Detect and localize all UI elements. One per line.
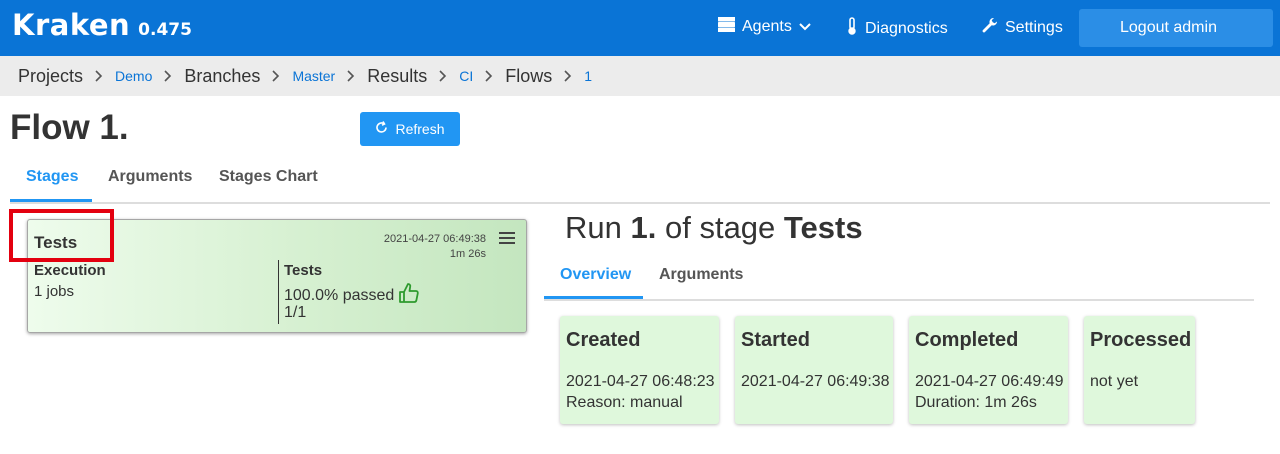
nav-agents[interactable]: Agents: [717, 16, 811, 37]
tests-label: Tests: [284, 262, 323, 279]
nav-settings-label: Settings: [1005, 19, 1063, 36]
started-time: 2021-04-27 06:49:38: [741, 373, 890, 390]
thermometer-icon: [846, 17, 858, 40]
chevron-right-icon: [439, 70, 447, 82]
chevron-down-icon: [799, 18, 811, 36]
run-tabs: Overview Arguments: [544, 254, 1254, 301]
chevron-right-icon: [564, 70, 572, 82]
run-title-prefix: Run: [565, 210, 622, 245]
started-title: Started: [741, 329, 810, 351]
crumb-results: Results: [367, 65, 428, 86]
refresh-label: Refresh: [395, 121, 445, 137]
hamburger-icon[interactable]: [499, 232, 515, 247]
execution-label: Execution: [34, 262, 106, 279]
refresh-button[interactable]: Refresh: [360, 112, 460, 146]
stage-timing: 2021-04-27 06:49:38 1m 26s: [384, 232, 486, 262]
top-navbar: Kraken 0.475 Agents Diagnostics Settings…: [0, 0, 1280, 56]
chevron-right-icon: [347, 70, 355, 82]
brand-name: Kraken: [12, 8, 131, 42]
nav-diagnostics-label: Diagnostics: [865, 19, 948, 37]
completed-duration: Duration: 1m 26s: [915, 394, 1037, 411]
tab-overview[interactable]: Overview: [560, 266, 631, 284]
run-title-middle: of stage: [664, 210, 776, 245]
crumb-project-link[interactable]: Demo: [115, 68, 152, 84]
stage-duration: 1m 26s: [449, 248, 486, 260]
crumb-branches: Branches: [184, 65, 261, 86]
brand[interactable]: Kraken 0.475: [12, 8, 192, 42]
logout-dropdown-toggle[interactable]: [1233, 9, 1273, 47]
created-time: 2021-04-27 06:48:23: [566, 373, 715, 390]
run-number: 1.: [630, 210, 657, 245]
execution-value: 1 jobs: [34, 283, 75, 300]
crumb-flows: Flows: [505, 65, 553, 86]
chevron-right-icon: [272, 70, 280, 82]
tab-stages[interactable]: Stages: [26, 168, 78, 186]
chevron-right-icon: [164, 70, 172, 82]
tab-run-arguments[interactable]: Arguments: [659, 266, 743, 284]
brand-version: 0.475: [138, 20, 192, 40]
logout-button-group: Logout admin: [1079, 9, 1273, 47]
crumb-branch-link[interactable]: Master: [292, 68, 335, 84]
processed-status: not yet: [1090, 373, 1139, 390]
completed-title: Completed: [915, 329, 1019, 351]
active-tab-indicator: [10, 199, 92, 202]
chevron-right-icon: [95, 70, 103, 82]
stage-timestamp: 2021-04-27 06:49:38: [383, 233, 486, 245]
highlight-annotation: [9, 209, 114, 262]
nav-settings[interactable]: Settings: [981, 17, 1063, 39]
tests-ratio: 1/1: [284, 304, 307, 321]
processed-title: Processed: [1090, 329, 1192, 351]
crumb-results-kind-link[interactable]: CI: [459, 68, 473, 84]
chevron-right-icon: [485, 70, 493, 82]
tests-passed-text: 100.0% passed: [284, 286, 395, 304]
nav-agents-label: Agents: [742, 18, 792, 35]
page-title: Flow 1.: [10, 108, 129, 147]
completed-card: Completed 2021-04-27 06:49:49 Duration: …: [909, 316, 1068, 424]
wrench-icon: [981, 17, 998, 39]
chevron-down-icon: [1246, 19, 1260, 37]
sign-out-icon: [1095, 17, 1112, 39]
completed-time: 2021-04-27 06:49:49: [915, 373, 1064, 390]
flow-tabs: Stages Arguments Stages Chart: [10, 156, 1270, 204]
created-card: Created 2021-04-27 06:48:23 Reason: manu…: [560, 316, 719, 424]
created-title: Created: [566, 329, 641, 351]
tab-stages-chart[interactable]: Stages Chart: [219, 168, 318, 186]
nav-diagnostics[interactable]: Diagnostics: [846, 17, 948, 40]
crumb-flow-link[interactable]: 1: [584, 68, 592, 84]
logout-button[interactable]: Logout admin: [1079, 9, 1233, 47]
processed-card: Processed not yet: [1084, 316, 1195, 424]
breadcrumb: Projects Demo Branches Master Results CI…: [0, 56, 1280, 96]
refresh-icon: [375, 121, 388, 137]
run-stage-name: Tests: [783, 210, 863, 245]
active-run-tab-indicator: [544, 296, 643, 299]
logout-label: Logout admin: [1120, 19, 1217, 36]
run-title: Run 1. of stage Tests: [565, 210, 863, 246]
thumbs-up-icon: [398, 282, 420, 309]
card-divider: [278, 260, 279, 324]
started-card: Started 2021-04-27 06:49:38: [735, 316, 893, 424]
crumb-projects: Projects: [18, 65, 84, 86]
created-reason: Reason: manual: [566, 394, 683, 411]
tab-arguments[interactable]: Arguments: [108, 168, 192, 186]
server-icon: [717, 16, 736, 37]
